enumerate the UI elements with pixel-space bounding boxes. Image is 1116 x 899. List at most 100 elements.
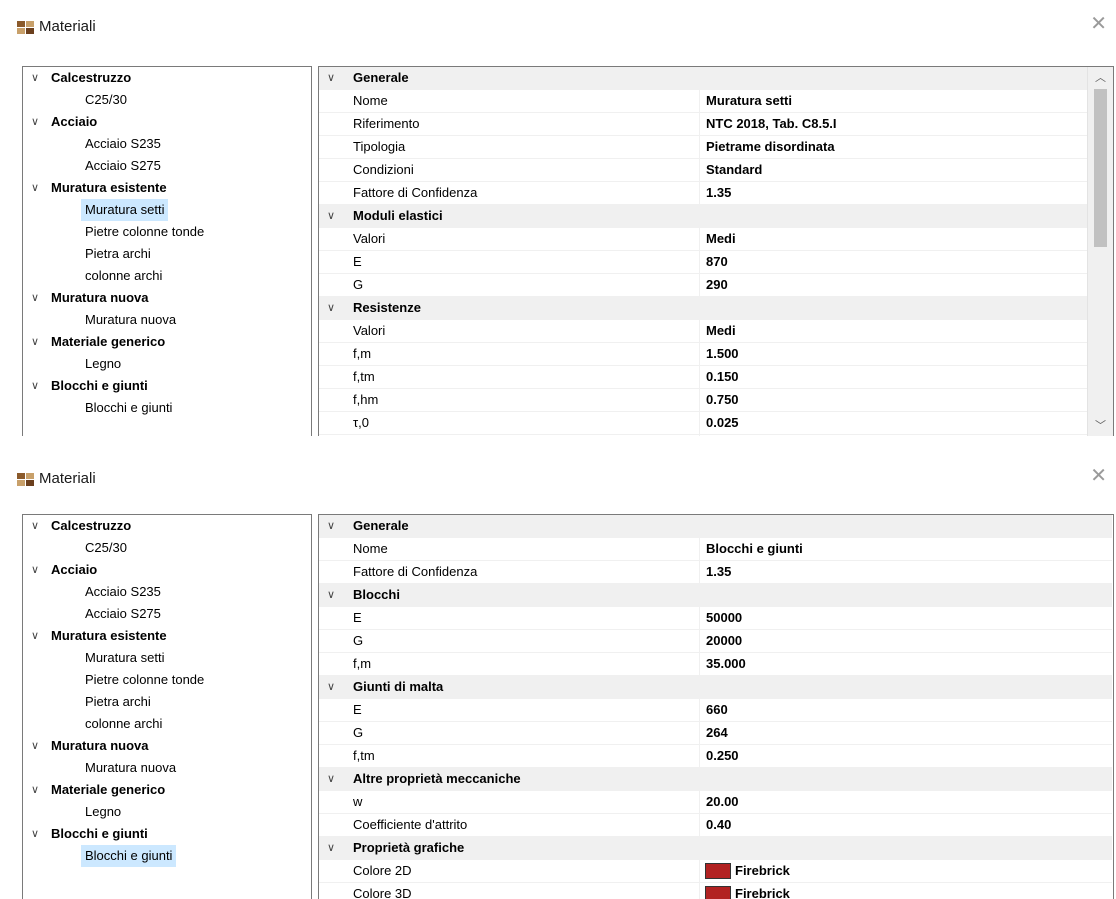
property-row[interactable]: w 20.00: [319, 791, 1112, 814]
property-value[interactable]: 0.250: [706, 745, 739, 767]
section-header[interactable]: ∨ Moduli elastici: [319, 205, 1087, 228]
chevron-down-icon[interactable]: ∨: [31, 779, 39, 801]
tree-item[interactable]: Pietre colonne tonde: [23, 221, 311, 243]
tree-item[interactable]: Pietra archi: [23, 243, 311, 265]
property-row[interactable]: Nome Muratura setti: [319, 90, 1087, 113]
chevron-down-icon[interactable]: ∨: [327, 67, 335, 89]
scrollbar-thumb[interactable]: [1094, 89, 1107, 247]
section-header[interactable]: ∨ Giunti di malta: [319, 676, 1112, 699]
tree-category[interactable]: ∨ Materiale generico: [23, 331, 311, 353]
chevron-down-icon[interactable]: ∨: [327, 205, 335, 227]
tree-item[interactable]: Muratura setti: [23, 647, 311, 669]
tree-item[interactable]: Muratura nuova: [23, 309, 311, 331]
tree-item[interactable]: C25/30: [23, 537, 311, 559]
property-value[interactable]: NTC 2018, Tab. C8.5.I: [706, 113, 837, 135]
property-value[interactable]: 0.150: [706, 366, 739, 388]
chevron-down-icon[interactable]: ∨: [31, 177, 39, 199]
property-value[interactable]: 264: [706, 722, 728, 744]
color-swatch[interactable]: [705, 863, 731, 879]
property-row[interactable]: f,tm 0.150: [319, 366, 1087, 389]
chevron-down-icon[interactable]: ∨: [31, 625, 39, 647]
property-value[interactable]: 290: [706, 274, 728, 296]
property-value[interactable]: 870: [706, 251, 728, 273]
property-value[interactable]: 1.500: [706, 343, 739, 365]
property-value[interactable]: 0.025: [706, 412, 739, 434]
chevron-down-icon[interactable]: ∨: [327, 676, 335, 698]
property-value[interactable]: Muratura setti: [706, 90, 792, 112]
tree-item[interactable]: Pietre colonne tonde: [23, 669, 311, 691]
property-row[interactable]: Colore 2D Firebrick: [319, 860, 1112, 883]
tree-item[interactable]: colonne archi: [23, 713, 311, 735]
tree-category[interactable]: ∨ Muratura nuova: [23, 287, 311, 309]
property-row[interactable]: τ,0 0.025: [319, 412, 1087, 435]
close-icon[interactable]: ✕: [1090, 14, 1107, 34]
property-value[interactable]: 1.35: [706, 182, 731, 204]
property-value[interactable]: 660: [706, 699, 728, 721]
property-value[interactable]: 35.000: [706, 653, 746, 675]
tree-item[interactable]: Acciaio S235: [23, 581, 311, 603]
tree-item[interactable]: Acciaio S275: [23, 155, 311, 177]
property-value[interactable]: Medi: [706, 228, 736, 250]
tree-category[interactable]: ∨ Acciaio: [23, 559, 311, 581]
chevron-down-icon[interactable]: ∨: [31, 375, 39, 397]
chevron-down-icon[interactable]: ∨: [31, 111, 39, 133]
tree-category[interactable]: ∨ Muratura esistente: [23, 625, 311, 647]
tree-category[interactable]: ∨ Blocchi e giunti: [23, 823, 311, 845]
chevron-down-icon[interactable]: ∨: [31, 515, 39, 537]
property-row[interactable]: f,m 1.500: [319, 343, 1087, 366]
tree-category[interactable]: ∨ Muratura esistente: [23, 177, 311, 199]
property-row[interactable]: Valori Medi: [319, 320, 1087, 343]
section-header[interactable]: ∨ Generale: [319, 67, 1087, 90]
tree-item[interactable]: Pietra archi: [23, 691, 311, 713]
chevron-down-icon[interactable]: ∨: [31, 287, 39, 309]
chevron-down-icon[interactable]: ∨: [31, 823, 39, 845]
property-value[interactable]: 50000: [706, 607, 742, 629]
property-value[interactable]: 20.00: [706, 791, 739, 813]
section-header[interactable]: ∨ Altre proprietà meccaniche: [319, 768, 1112, 791]
tree-item[interactable]: Blocchi e giunti: [23, 845, 311, 867]
tree-category[interactable]: ∨ Blocchi e giunti: [23, 375, 311, 397]
property-row[interactable]: E 870: [319, 251, 1087, 274]
tree-item[interactable]: Acciaio S235: [23, 133, 311, 155]
tree-item[interactable]: Legno: [23, 801, 311, 823]
property-row[interactable]: E 50000: [319, 607, 1112, 630]
property-row[interactable]: Nome Blocchi e giunti: [319, 538, 1112, 561]
property-value[interactable]: Firebrick: [735, 860, 790, 882]
property-row[interactable]: f,m 35.000: [319, 653, 1112, 676]
section-header[interactable]: ∨ Resistenze: [319, 297, 1087, 320]
tree-item[interactable]: Acciaio S275: [23, 603, 311, 625]
tree-category[interactable]: ∨ Calcestruzzo: [23, 67, 311, 89]
color-swatch[interactable]: [705, 886, 731, 899]
chevron-down-icon[interactable]: ∨: [327, 515, 335, 537]
property-value[interactable]: Standard: [706, 159, 762, 181]
chevron-down-icon[interactable]: ∨: [327, 297, 335, 319]
property-value[interactable]: Pietrame disordinata: [706, 136, 835, 158]
tree-category[interactable]: ∨ Acciaio: [23, 111, 311, 133]
property-row[interactable]: Coefficiente d'attrito 0.40: [319, 814, 1112, 837]
property-value[interactable]: 1.35: [706, 561, 731, 583]
chevron-down-icon[interactable]: ∨: [327, 837, 335, 859]
property-row[interactable]: G 20000: [319, 630, 1112, 653]
section-header[interactable]: ∨ Proprietà grafiche: [319, 837, 1112, 860]
property-row[interactable]: Colore 3D Firebrick: [319, 883, 1112, 899]
tree-category[interactable]: ∨ Calcestruzzo: [23, 515, 311, 537]
chevron-down-icon[interactable]: ∨: [31, 67, 39, 89]
property-value[interactable]: 0.40: [706, 814, 731, 836]
chevron-down-icon[interactable]: ∨: [327, 768, 335, 790]
tree-category[interactable]: ∨ Materiale generico: [23, 779, 311, 801]
tree-item[interactable]: Blocchi e giunti: [23, 397, 311, 419]
tree-item[interactable]: Muratura nuova: [23, 757, 311, 779]
property-row[interactable]: Fattore di Confidenza 1.35: [319, 561, 1112, 584]
property-row[interactable]: Tipologia Pietrame disordinata: [319, 136, 1087, 159]
section-header[interactable]: ∨ Generale: [319, 515, 1112, 538]
property-value[interactable]: Medi: [706, 320, 736, 342]
chevron-down-icon[interactable]: ∨: [327, 584, 335, 606]
chevron-down-icon[interactable]: ﹀: [1088, 415, 1113, 436]
property-value[interactable]: 20000: [706, 630, 742, 652]
property-value[interactable]: 0.750: [706, 389, 739, 411]
property-row[interactable]: G 290: [319, 274, 1087, 297]
property-row[interactable]: Fattore di Confidenza 1.35: [319, 182, 1087, 205]
tree-item[interactable]: Legno: [23, 353, 311, 375]
property-row[interactable]: f,hm 0.750: [319, 389, 1087, 412]
tree-category[interactable]: ∨ Muratura nuova: [23, 735, 311, 757]
